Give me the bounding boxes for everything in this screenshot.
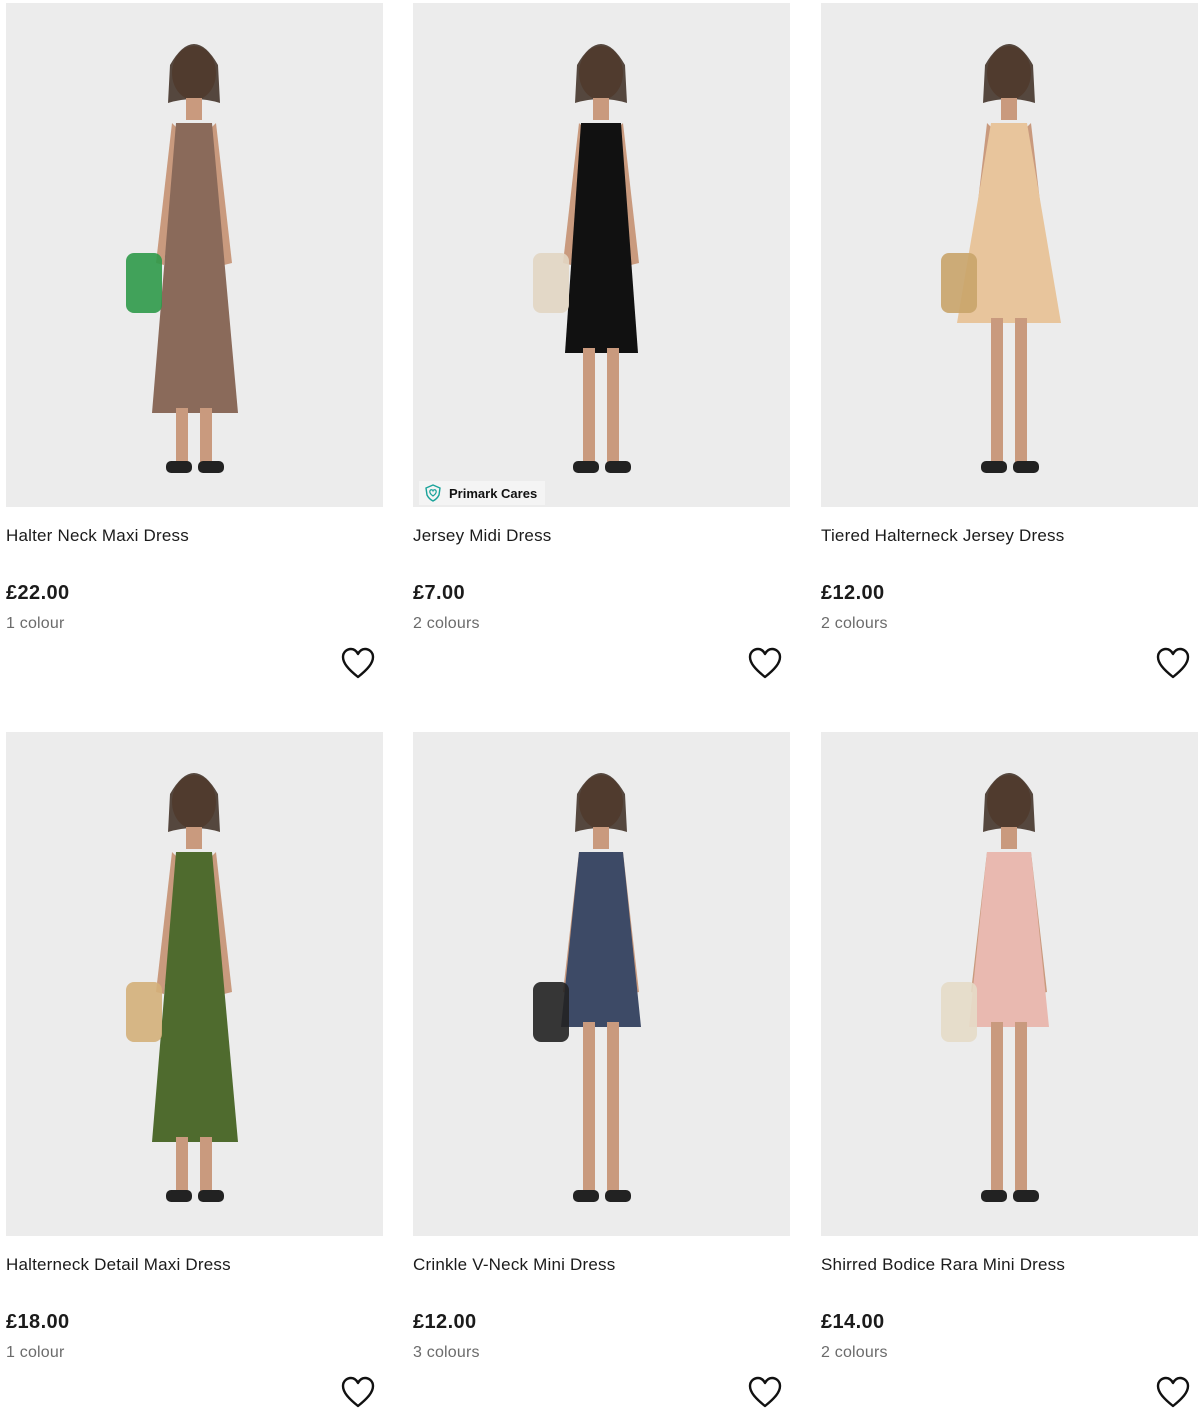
product-name[interactable]: Jersey Midi Dress [413, 526, 551, 546]
product-colour-count: 2 colours [413, 615, 480, 632]
bag-shape [941, 982, 977, 1042]
product-colour-count: 2 colours [821, 1344, 888, 1361]
wishlist-button[interactable] [1155, 1375, 1191, 1409]
product-name[interactable]: Shirred Bodice Rara Mini Dress [821, 1255, 1065, 1275]
product-colour-count: 1 colour [6, 1344, 65, 1361]
bag-shape [941, 253, 977, 313]
bag-shape [533, 982, 569, 1042]
wishlist-button[interactable] [747, 646, 783, 680]
product-card[interactable]: Shirred Bodice Rara Mini Dress £14.00 2 co… [821, 732, 1198, 1408]
wishlist-button[interactable] [340, 646, 376, 680]
heart-outline-icon[interactable] [747, 647, 783, 684]
product-card[interactable]: Halter Neck Maxi Dress £22.00 1 colour [6, 3, 383, 679]
product-image[interactable] [6, 732, 383, 1236]
product-price: £7.00 [413, 582, 466, 604]
bag-shape [533, 253, 569, 313]
product-image[interactable]: Primark Cares [413, 3, 790, 507]
heart-outline-icon[interactable] [340, 647, 376, 684]
product-grid: Halter Neck Maxi Dress £22.00 1 colour Pri… [0, 0, 1200, 1408]
product-colour-count: 1 colour [6, 615, 65, 632]
product-name[interactable]: Halter Neck Maxi Dress [6, 526, 189, 546]
bag-shape [126, 253, 162, 313]
product-image[interactable] [6, 3, 383, 507]
product-name[interactable]: Tiered Halterneck Jersey Dress [821, 526, 1064, 546]
product-price: £12.00 [821, 582, 885, 604]
product-colour-count: 3 colours [413, 1344, 480, 1361]
product-card[interactable]: Crinkle V-Neck Mini Dress £12.00 3 colours [413, 732, 790, 1408]
wishlist-button[interactable] [1155, 646, 1191, 680]
product-price: £12.00 [413, 1311, 477, 1333]
product-name[interactable]: Crinkle V-Neck Mini Dress [413, 1255, 615, 1275]
product-price: £14.00 [821, 1311, 885, 1333]
bag-shape [126, 982, 162, 1042]
product-card[interactable]: Halterneck Detail Maxi Dress £18.00 1 colo… [6, 732, 383, 1408]
product-price: £18.00 [6, 1311, 70, 1333]
heart-shield-icon [423, 483, 443, 503]
product-card[interactable]: Tiered Halterneck Jersey Dress £12.00 2 co… [821, 3, 1198, 679]
product-card[interactable]: Primark Cares Jersey Midi Dress £7.00 2 col… [413, 3, 790, 679]
product-image[interactable] [413, 732, 790, 1236]
heart-outline-icon[interactable] [1155, 647, 1191, 684]
product-name[interactable]: Halterneck Detail Maxi Dress [6, 1255, 231, 1275]
wishlist-button[interactable] [747, 1375, 783, 1409]
product-colour-count: 2 colours [821, 615, 888, 632]
primark-cares-badge: Primark Cares [419, 481, 546, 505]
product-image[interactable] [821, 3, 1198, 507]
wishlist-button[interactable] [340, 1375, 376, 1409]
product-image[interactable] [821, 732, 1198, 1236]
badge-label: Primark Cares [449, 485, 538, 501]
product-price: £22.00 [6, 582, 70, 604]
